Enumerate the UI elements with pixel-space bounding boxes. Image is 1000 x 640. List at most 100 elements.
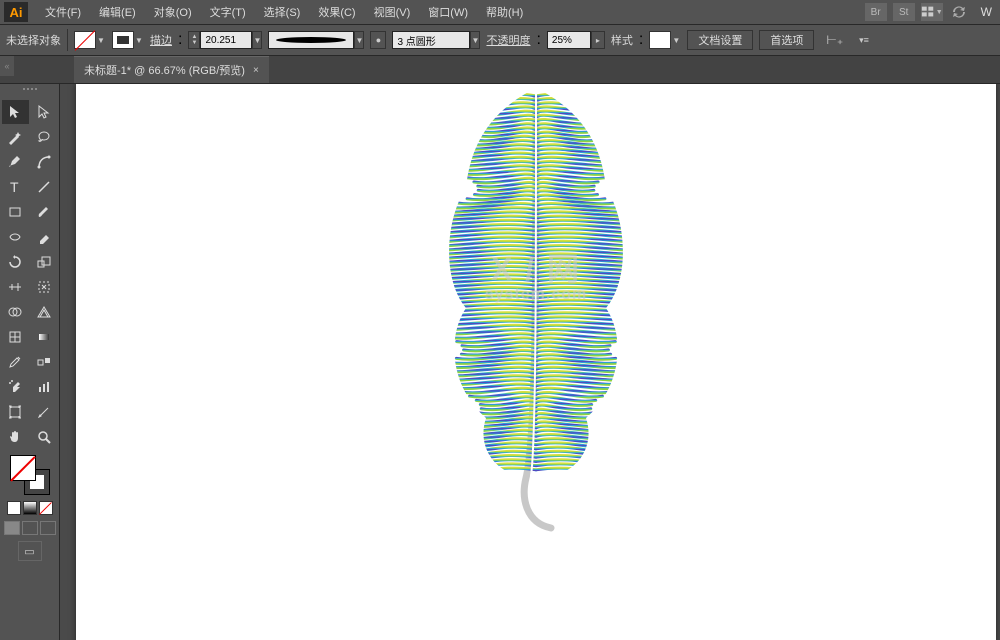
fill-swatch-group[interactable]: ▼ [74, 31, 106, 49]
artboard-tool[interactable] [2, 400, 29, 424]
document-tab[interactable]: 未标题-1* @ 66.67% (RGB/预览) × [74, 56, 269, 83]
rotate-tool[interactable] [2, 250, 29, 274]
menu-help[interactable]: 帮助(H) [477, 1, 532, 23]
color-mode[interactable] [7, 501, 21, 515]
magic-wand-tool[interactable] [2, 125, 29, 149]
menu-bar: Ai 文件(F) 编辑(E) 对象(O) 文字(T) 选择(S) 效果(C) 视… [0, 0, 1000, 24]
watermark: X / 网 system.com [485, 244, 588, 304]
feather-artwork [376, 84, 696, 538]
lasso-tool[interactable] [31, 125, 58, 149]
column-graph-tool[interactable] [31, 375, 58, 399]
brush-preview[interactable] [268, 31, 354, 49]
canvas-area[interactable]: X / 网 system.com [60, 84, 1000, 640]
pin-icon[interactable]: ⊢₊ [820, 33, 849, 47]
window-letter: W [981, 5, 992, 19]
toolbox: T [0, 84, 60, 640]
document-setup-button[interactable]: 文档设置 [687, 30, 753, 50]
fill-swatch[interactable] [74, 31, 96, 49]
brush-name[interactable]: 3 点圆形 [392, 31, 470, 49]
menu-type[interactable]: 文字(T) [201, 1, 255, 23]
menu-view[interactable]: 视图(V) [365, 1, 420, 23]
watermark-sub: system.com [485, 286, 588, 304]
draw-behind[interactable] [22, 521, 38, 535]
chevron-down-icon[interactable]: ▼ [96, 31, 106, 49]
curvature-tool[interactable] [31, 150, 58, 174]
color-mode-row [2, 501, 57, 515]
chevron-down-icon[interactable]: ▼ [134, 31, 144, 49]
svg-text:T: T [10, 179, 19, 195]
opacity-value[interactable]: 25% [547, 31, 591, 49]
menu-file[interactable]: 文件(F) [36, 1, 90, 23]
none-mode[interactable] [39, 501, 53, 515]
eraser-tool[interactable] [31, 225, 58, 249]
draw-modes [2, 521, 57, 535]
stepper-icon[interactable]: ▲▼ [188, 31, 200, 49]
sync-icon[interactable] [949, 3, 969, 21]
chevron-down-icon[interactable]: ▼ [671, 31, 681, 49]
pen-tool[interactable] [2, 150, 29, 174]
profile-icon[interactable]: ● [370, 31, 386, 49]
perspective-grid-tool[interactable] [31, 300, 58, 324]
style-swatch[interactable] [649, 31, 671, 49]
bridge-icon[interactable]: Br [865, 3, 887, 21]
chevron-down-icon[interactable]: ▼ [470, 31, 480, 49]
stroke-swatch[interactable] [112, 31, 134, 49]
divider [67, 29, 68, 51]
stroke-label[interactable]: 描边 [150, 32, 172, 48]
menu-edit[interactable]: 编辑(E) [90, 1, 145, 23]
dock-collapse[interactable]: « [0, 56, 14, 76]
hand-tool[interactable] [2, 425, 29, 449]
slice-tool[interactable] [31, 400, 58, 424]
stroke-weight-input[interactable]: ▲▼ 20.251 ▼ [188, 31, 262, 49]
fill-color[interactable] [10, 455, 36, 481]
gradient-mode[interactable] [23, 501, 37, 515]
opacity-input[interactable]: 25% ▸ [547, 31, 605, 49]
panel-menu-icon[interactable]: ▾≡ [855, 35, 873, 46]
artboard[interactable]: X / 网 system.com [76, 84, 996, 640]
symbol-sprayer-tool[interactable] [2, 375, 29, 399]
stroke-swatch-group[interactable]: ▼ [112, 31, 144, 49]
type-tool[interactable]: T [2, 175, 29, 199]
document-tab-title: 未标题-1* @ 66.67% (RGB/预览) [84, 62, 245, 78]
style-swatch-group[interactable]: ▼ [649, 31, 681, 49]
menu-object[interactable]: 对象(O) [145, 1, 201, 23]
chevron-down-icon[interactable]: ▼ [252, 31, 262, 49]
toolbox-grip[interactable] [2, 88, 57, 96]
opacity-label[interactable]: 不透明度 [486, 32, 530, 48]
arrange-icon[interactable]: ▼ [921, 3, 943, 21]
preferences-button[interactable]: 首选项 [759, 30, 814, 50]
screen-mode-button[interactable]: ▭ [18, 541, 42, 561]
eyedropper-tool[interactable] [2, 350, 29, 374]
scale-tool[interactable] [31, 250, 58, 274]
watermark-main: X / 网 [485, 244, 588, 290]
gradient-tool[interactable] [31, 325, 58, 349]
stock-icon[interactable]: St [893, 3, 915, 21]
chevron-right-icon[interactable]: ▸ [591, 31, 605, 49]
brush-profile[interactable]: ▼ [268, 31, 364, 49]
width-tool[interactable] [2, 275, 29, 299]
menu-select[interactable]: 选择(S) [255, 1, 310, 23]
fill-stroke-control[interactable] [10, 455, 50, 495]
rectangle-tool[interactable] [2, 200, 29, 224]
brush-definition[interactable]: 3 点圆形 ▼ [392, 31, 480, 49]
menu-effect[interactable]: 效果(C) [309, 1, 364, 23]
line-tool[interactable] [31, 175, 58, 199]
draw-normal[interactable] [4, 521, 20, 535]
app-icon: Ai [4, 2, 28, 22]
draw-inside[interactable] [40, 521, 56, 535]
direct-selection-tool[interactable] [31, 100, 58, 124]
shape-builder-tool[interactable] [2, 300, 29, 324]
chevron-down-icon[interactable]: ▼ [354, 31, 364, 49]
selection-tool[interactable] [2, 100, 29, 124]
main-area: T [0, 84, 1000, 640]
blend-tool[interactable] [31, 350, 58, 374]
paintbrush-tool[interactable] [31, 200, 58, 224]
mesh-tool[interactable] [2, 325, 29, 349]
menu-window[interactable]: 窗口(W) [419, 1, 477, 23]
close-icon[interactable]: × [253, 65, 259, 76]
shaper-tool[interactable] [2, 225, 29, 249]
style-label: 样式 [611, 32, 633, 48]
stroke-weight-value[interactable]: 20.251 [200, 31, 252, 49]
zoom-tool[interactable] [31, 425, 58, 449]
free-transform-tool[interactable] [31, 275, 58, 299]
